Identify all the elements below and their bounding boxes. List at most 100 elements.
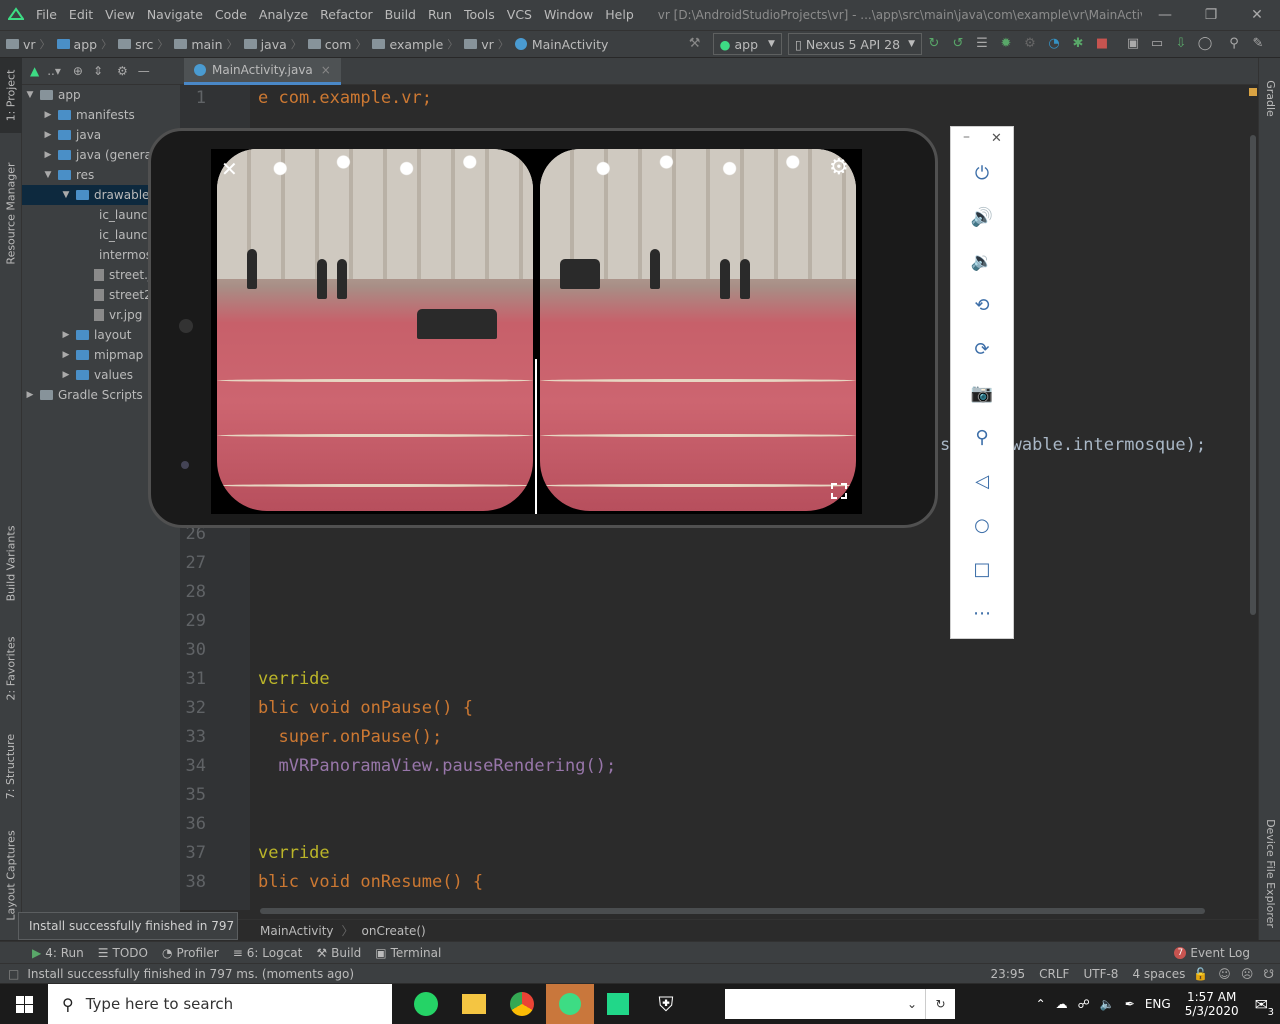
tab-resource-manager[interactable]: Resource Manager [0, 153, 22, 273]
close-emulator-icon[interactable]: ✕ [991, 131, 1002, 146]
breadcrumb-item[interactable]: app [74, 37, 98, 52]
attach-debugger-icon[interactable]: ⚙ [1021, 35, 1039, 53]
expand-arrow-icon[interactable]: ▶ [42, 145, 54, 165]
collapse-arrow-icon[interactable]: ▼ [60, 185, 72, 205]
tool-terminal[interactable]: ▣ Terminal [375, 946, 441, 960]
sync-gradle-icon[interactable]: ▣ [1124, 35, 1142, 53]
power-icon[interactable]: ⏻ [969, 160, 995, 186]
minimize-emulator-icon[interactable]: – [963, 129, 970, 145]
device-manager-icon[interactable]: ◯ [1196, 35, 1214, 53]
smile-icon[interactable]: ☺ [1218, 967, 1231, 981]
tab-gradle[interactable]: Gradle [1259, 68, 1280, 128]
android-view-icon[interactable]: ▲ [30, 64, 39, 78]
screenshot-icon[interactable]: 📷 [969, 380, 995, 406]
clock[interactable]: 1:57 AM 5/3/2020 [1185, 990, 1239, 1018]
taskbar-app-whatsapp[interactable] [402, 984, 450, 1024]
tab-build-variants[interactable]: Build Variants [0, 518, 22, 608]
action-center-icon[interactable]: ✉ 3 [1255, 995, 1274, 1018]
tab-layout-captures[interactable]: Layout Captures [0, 828, 22, 923]
apply-changes-icon[interactable]: ↺ [949, 35, 967, 53]
breadcrumb-class[interactable]: MainActivity [260, 924, 334, 938]
taskbar-app-android-studio[interactable] [546, 984, 594, 1024]
horizontal-scrollbar[interactable] [260, 908, 1205, 914]
caret-position[interactable]: 23:95 [991, 967, 1026, 981]
tab-favorites[interactable]: 2: Favorites [0, 628, 22, 708]
collapse-arrow-icon[interactable]: ▼ [42, 165, 54, 185]
breadcrumb-method[interactable]: onCreate() [362, 924, 426, 938]
menu-tools[interactable]: Tools [458, 0, 501, 30]
breadcrumb-item[interactable]: vr [23, 37, 36, 52]
attach-icon[interactable]: ✱ [1069, 35, 1087, 53]
show-hidden-icon[interactable]: ⌃ [1036, 997, 1046, 1011]
line-separator[interactable]: CRLF [1039, 967, 1069, 981]
network-icon[interactable]: ☁ [1056, 997, 1068, 1011]
close-window-icon[interactable]: ✕ [1234, 0, 1280, 30]
hammer-icon[interactable]: ⚒ [686, 35, 704, 53]
taskbar-search[interactable]: ⚲ Type here to search [48, 984, 392, 1024]
expand-arrow-icon[interactable]: ▶ [42, 125, 54, 145]
view-mode-dropdown[interactable]: ..▾ [47, 64, 61, 78]
volume-up-icon[interactable]: 🔊 [969, 204, 995, 230]
breadcrumb-item[interactable]: java [261, 37, 287, 52]
tab-device-file-explorer[interactable]: Device File Explorer [1259, 808, 1280, 938]
wifi-icon[interactable]: ☍ [1078, 997, 1090, 1011]
collapse-arrow-icon[interactable]: ▼ [24, 85, 36, 105]
expand-arrow-icon[interactable]: ▶ [42, 105, 54, 125]
tool-todo[interactable]: ☰ TODO [98, 946, 148, 960]
settings-icon[interactable]: ⚙ [117, 64, 128, 78]
emulator-screen[interactable]: ✕ ⚙ [211, 149, 862, 514]
tree-folder[interactable]: ▶ manifests [22, 105, 180, 125]
rerun-icon[interactable]: ↻ [925, 35, 943, 53]
tool-logcat[interactable]: ≡ 6: Logcat [233, 946, 303, 960]
taskbar-app-explorer[interactable] [450, 984, 498, 1024]
refresh-icon[interactable]: ↻ [925, 989, 955, 1019]
menu-window[interactable]: Window [538, 0, 599, 30]
zoom-icon[interactable]: ⚲ [969, 424, 995, 450]
vr-left-lens[interactable] [217, 149, 533, 511]
lock-icon[interactable]: 🔓 [1193, 967, 1208, 981]
menu-analyze[interactable]: Analyze [253, 0, 314, 30]
overview-icon[interactable]: □ [969, 556, 995, 582]
tool-build[interactable]: ⚒ Build [316, 946, 361, 960]
menu-help[interactable]: Help [599, 0, 640, 30]
tool-profiler[interactable]: ◔ Profiler [162, 946, 219, 960]
rotate-right-icon[interactable]: ⟳ [969, 336, 995, 362]
menu-vcs[interactable]: VCS [501, 0, 538, 30]
breadcrumb-item[interactable]: example [389, 37, 443, 52]
expand-arrow-icon[interactable]: ▶ [60, 365, 72, 385]
expand-arrow-icon[interactable]: ▶ [60, 325, 72, 345]
taskbar-app-pycharm[interactable] [594, 984, 642, 1024]
collapse-all-icon[interactable]: ⇕ [93, 64, 103, 78]
taskbar-app-security[interactable]: ⛨ [642, 984, 690, 1024]
minimize-icon[interactable]: — [1142, 0, 1188, 30]
breadcrumb-item[interactable]: MainActivity [532, 37, 609, 52]
tool-run[interactable]: ▶ 4: Run [32, 946, 84, 960]
back-icon[interactable]: ◁ [969, 468, 995, 494]
frown-icon[interactable]: ☹ [1241, 967, 1254, 981]
expand-arrow-icon[interactable]: ▶ [24, 385, 36, 405]
home-icon[interactable]: ○ [969, 512, 995, 538]
search-everywhere-icon[interactable]: ⚲ [1225, 35, 1243, 53]
apply-code-icon[interactable]: ☰ [973, 35, 991, 53]
tree-folder[interactable]: ▼ app [22, 85, 180, 105]
run-config-select[interactable]: ● app ▼ [712, 33, 782, 55]
pen-icon[interactable]: ✒ [1125, 997, 1135, 1011]
breadcrumb-item[interactable]: vr [481, 37, 494, 52]
menu-file[interactable]: File [30, 0, 63, 30]
vr-right-lens[interactable] [540, 149, 856, 511]
menu-edit[interactable]: Edit [63, 0, 99, 30]
tab-structure[interactable]: 7: Structure [0, 726, 22, 806]
gear-icon[interactable]: ⚙ [829, 155, 849, 180]
notifications-icon[interactable]: ☋ [1263, 967, 1274, 981]
breadcrumb-item[interactable]: com [325, 37, 352, 52]
breadcrumb-item[interactable]: main [191, 37, 222, 52]
avd-manager-icon[interactable]: ▭ [1148, 35, 1166, 53]
rotate-left-icon[interactable]: ⟲ [969, 292, 995, 318]
expand-arrow-icon[interactable]: ▶ [60, 345, 72, 365]
stop-icon[interactable]: ■ [1093, 35, 1111, 53]
debug-icon[interactable]: ✹ [997, 35, 1015, 53]
feedback-icon[interactable]: ✎ [1249, 35, 1267, 53]
start-button[interactable] [0, 984, 48, 1024]
scrollbar-thumb[interactable] [1250, 135, 1256, 615]
encoding[interactable]: UTF-8 [1083, 967, 1118, 981]
